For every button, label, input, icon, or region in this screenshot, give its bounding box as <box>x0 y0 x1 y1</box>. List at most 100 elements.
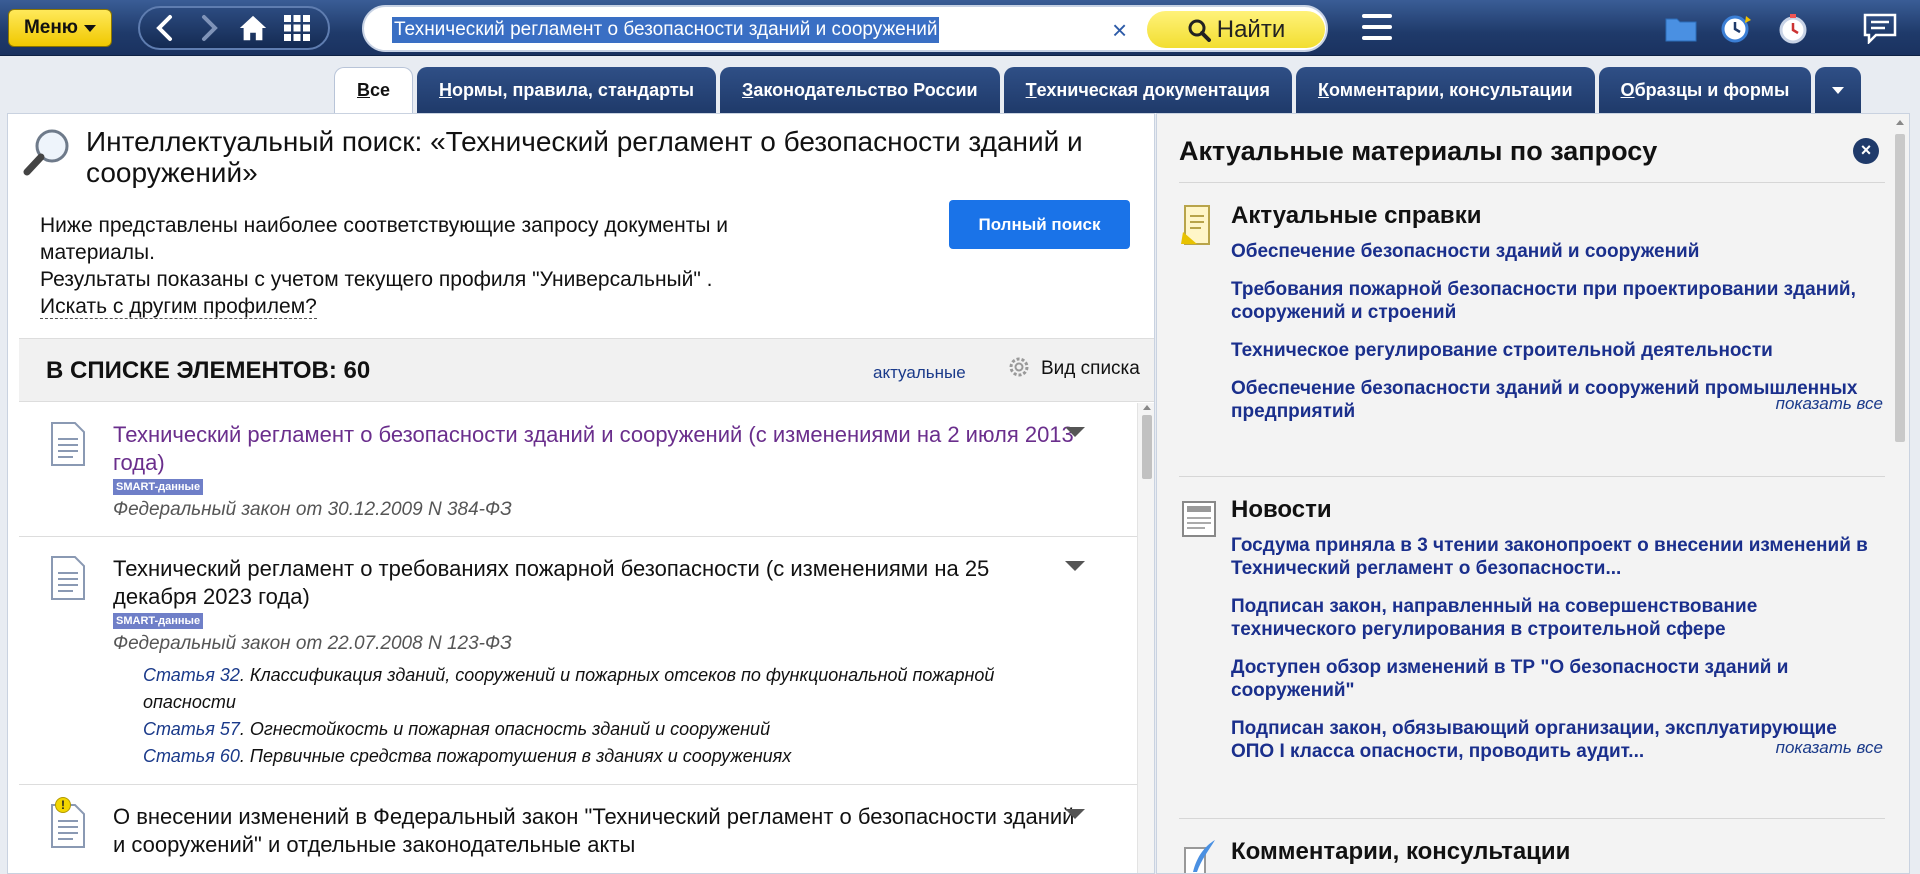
quill-icon <box>1184 840 1215 873</box>
panel-title: Актуальные материалы по запросу <box>1179 136 1658 166</box>
news-link[interactable]: Доступен обзор изменений в ТР "О безопас… <box>1231 656 1881 702</box>
apps-button[interactable] <box>282 13 312 43</box>
intro-text: Ниже представлены наиболее соответствующ… <box>40 214 728 264</box>
related-materials-panel: Актуальные материалы по запросу × Актуал… <box>1156 113 1910 874</box>
section-comments: Комментарии, консультации <box>1179 838 1885 873</box>
chat-icon <box>1863 13 1897 46</box>
panel-scrollbar[interactable] <box>1893 118 1907 874</box>
chevron-right-icon <box>202 15 218 41</box>
search-results-panel: Интеллектуальный поиск: «Технический рег… <box>7 113 1155 874</box>
article-link[interactable]: Статья 32 <box>143 665 240 685</box>
menu-button[interactable]: Меню <box>8 9 112 47</box>
article-list: Статья 32. Классификация зданий, сооруже… <box>113 662 1077 770</box>
warning-icon: ! <box>55 797 71 813</box>
find-label: Найти <box>1216 15 1286 43</box>
section-news: Новости Госдума приняла в 3 чтении закон… <box>1179 496 1885 762</box>
article-link[interactable]: Статья 57 <box>143 719 240 739</box>
scroll-up-icon[interactable] <box>1896 120 1904 125</box>
folder-button[interactable] <box>1664 12 1698 44</box>
expand-caret-icon[interactable] <box>1065 809 1085 819</box>
list-view-button[interactable]: Вид списка <box>1041 358 1140 380</box>
tab-all[interactable]: Все <box>334 67 414 113</box>
reference-link[interactable]: Требования пожарной безопасности при про… <box>1231 278 1881 324</box>
grid-icon <box>284 15 310 41</box>
navigation-group <box>138 6 330 50</box>
home-button[interactable] <box>238 13 268 43</box>
tab-templates[interactable]: Образцы и формы <box>1598 67 1812 113</box>
tab-norms[interactable]: Нормы, правила, стандарты <box>417 67 717 113</box>
messages-button[interactable] <box>1862 12 1898 46</box>
expand-caret-icon[interactable] <box>1065 427 1085 437</box>
tab-legislation[interactable]: Законодательство России <box>720 67 1000 113</box>
actual-filter-link[interactable]: актуальные <box>873 363 966 383</box>
newspaper-icon <box>1182 501 1216 537</box>
timer-button[interactable] <box>1776 12 1810 44</box>
result-title-link[interactable]: Технический регламент о требованиях пожа… <box>113 555 1077 611</box>
forward-button[interactable] <box>194 13 224 43</box>
reference-doc-icon <box>1181 205 1210 245</box>
list-item[interactable]: Технический регламент о требованиях пожа… <box>19 537 1137 785</box>
result-subtitle: Федеральный закон от 30.12.2009 N 384-ФЗ <box>113 499 512 520</box>
list-item[interactable]: ! О внесении изменений в Федеральный зак… <box>19 785 1137 873</box>
full-search-button[interactable]: Полный поиск <box>949 200 1130 249</box>
find-button[interactable]: Найти <box>1147 11 1325 48</box>
hamburger-icon <box>1362 14 1392 18</box>
smart-data-badge[interactable]: SMART-данные <box>113 613 204 629</box>
gear-icon[interactable] <box>1007 355 1031 379</box>
menu-label: Меню <box>23 17 79 38</box>
search-description: Ниже представлены наиболее соответствующ… <box>40 212 840 320</box>
search-input[interactable]: Технический регламент о безопасности зда… <box>362 5 1328 52</box>
item-count: В СПИСКЕ ЭЛЕМЕНТОВ: 60 <box>46 357 371 384</box>
back-button[interactable] <box>150 13 180 43</box>
category-tabs: Все Нормы, правила, стандарты Законодате… <box>334 67 1862 113</box>
search-icon <box>1188 19 1211 42</box>
results-list: Технический регламент о безопасности зда… <box>19 403 1137 873</box>
scroll-thumb[interactable] <box>1895 134 1905 442</box>
article-link[interactable]: Статья 60 <box>143 746 240 766</box>
divider <box>1179 476 1885 477</box>
scroll-thumb[interactable] <box>1142 415 1152 479</box>
document-icon <box>51 556 85 600</box>
news-link[interactable]: Госдума приняла в 3 чтении законопроект … <box>1231 534 1881 580</box>
folder-icon <box>1665 18 1697 42</box>
clock-icon <box>1721 15 1751 43</box>
expand-caret-icon[interactable] <box>1065 561 1085 571</box>
show-all-link[interactable]: показать все <box>1776 738 1883 758</box>
section-title: Комментарии, консультации <box>1231 838 1571 865</box>
stopwatch-icon <box>1779 14 1807 44</box>
news-link[interactable]: Подписан закон, направленный на совершен… <box>1231 595 1881 641</box>
smart-data-badge[interactable]: SMART-данные <box>113 479 204 495</box>
magnifier-icon <box>22 126 74 178</box>
chevron-down-icon <box>1832 86 1845 94</box>
result-title-link[interactable]: Технический регламент о безопасности зда… <box>113 421 1077 477</box>
profile-text: Результаты показаны с учетом текущего пр… <box>40 268 713 291</box>
list-header: В СПИСКЕ ЭЛЕМЕНТОВ: 60 актуальные Вид сп… <box>19 338 1154 402</box>
reference-link[interactable]: Обеспечение безопасности зданий и сооруж… <box>1231 240 1881 263</box>
change-profile-link[interactable]: Искать с другим профилем? <box>40 295 317 319</box>
chevron-left-icon <box>156 15 172 41</box>
divider <box>1179 182 1885 183</box>
tabs-more-button[interactable] <box>1815 67 1862 113</box>
list-item[interactable]: Технический регламент о безопасности зда… <box>19 403 1137 537</box>
top-toolbar: Меню Технический регламент о безопасност… <box>0 0 1920 56</box>
hamburger-menu-button[interactable] <box>1362 14 1392 40</box>
article-item: Статья 60. Первичные средства пожаротуше… <box>143 746 792 766</box>
result-title-link[interactable]: О внесении изменений в Федеральный закон… <box>113 803 1077 859</box>
document-icon <box>51 422 85 466</box>
history-button[interactable] <box>1720 12 1754 44</box>
home-icon <box>239 15 267 41</box>
chevron-down-icon <box>84 24 97 32</box>
show-all-link[interactable]: показать все <box>1776 394 1883 414</box>
results-scrollbar[interactable] <box>1137 403 1154 873</box>
search-query[interactable]: Технический регламент о безопасности зда… <box>392 17 940 43</box>
scroll-up-icon[interactable] <box>1143 405 1151 410</box>
close-panel-button[interactable]: × <box>1853 138 1879 164</box>
tab-comments[interactable]: Комментарии, консультации <box>1295 67 1595 113</box>
article-item: Статья 32. Классификация зданий, сооруже… <box>143 665 995 712</box>
article-item: Статья 57. Огнестойкость и пожарная опас… <box>143 719 771 739</box>
tab-technical-docs[interactable]: Техническая документация <box>1003 67 1292 113</box>
clear-search-button[interactable]: × <box>1112 15 1127 46</box>
reference-link[interactable]: Техническое регулирование строительной д… <box>1231 339 1881 362</box>
section-references: Актуальные справки Обеспечение безопасно… <box>1179 202 1885 422</box>
divider <box>1179 818 1885 819</box>
